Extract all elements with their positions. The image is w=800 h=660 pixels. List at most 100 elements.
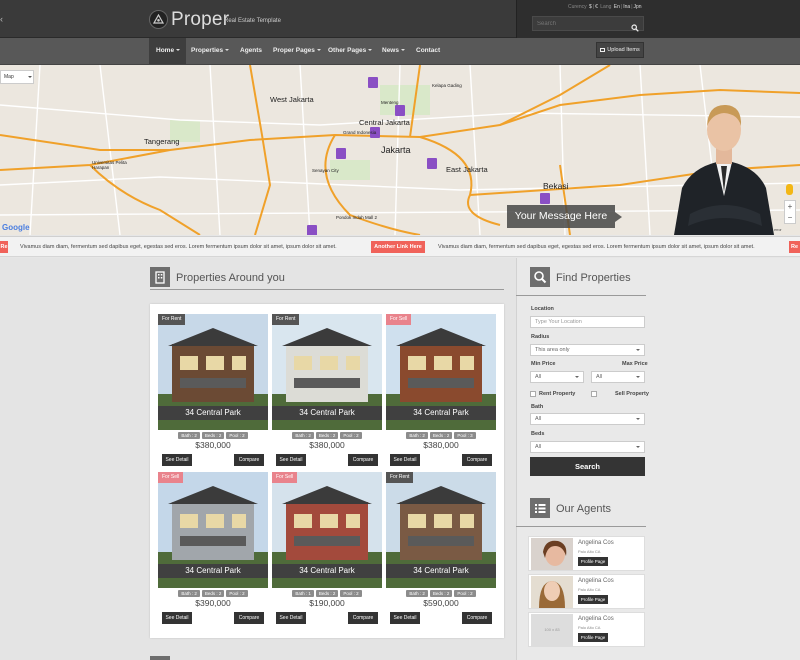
property-name[interactable]: 34 Central Park [158,564,268,578]
min-price-select[interactable]: All [530,371,584,383]
compare-button[interactable]: Compare [348,612,378,624]
property-price: $190,000 [309,598,345,608]
nav-other-pages[interactable]: Other Pages [328,38,373,64]
min-price-value: All [535,374,542,380]
see-detail-button[interactable]: See Detail [276,612,306,624]
chevron-left-icon[interactable]: ‹ [0,14,3,24]
property-features: Bath : 2 Beds : 2 Pool : 3 [386,432,496,439]
agent-card: Angelina Cos Palo Alto CA Profile Page [528,536,645,571]
property-card[interactable]: For Sell 34 Central Park Bath : 2 Beds : 2P… [158,472,268,624]
property-features: Bath : 2 Beds : 2 Pool : 2 [158,432,268,439]
search-input[interactable] [537,19,627,29]
bath-select[interactable]: All [530,413,645,425]
property-features: Bath : 2 Beds : 2 Pool : 2 [158,590,268,597]
property-card[interactable]: For Sell 34 Central Park Bath : 2 Beds : 2P… [386,314,496,466]
section-title-find: Find Properties [556,272,631,284]
compare-button[interactable]: Compare [462,612,492,624]
nav-contact[interactable]: Contact [416,38,440,64]
currency-eur[interactable]: € [594,4,599,10]
see-detail-button[interactable]: See Detail [162,454,192,466]
bath-feature: Bath : 2 [406,432,428,439]
bath-feature: Bath : 2 [292,432,314,439]
property-features: Bath : 1 Beds : 2 Pool : 2 [272,590,382,597]
agent-name[interactable]: Angelina Cos [578,540,614,546]
map-zoom-control[interactable]: + − [784,200,796,224]
lang-en[interactable]: En [613,4,621,10]
max-price-value: All [596,374,603,380]
pool-feature: Pool : 3 [454,432,476,439]
agent-avatar [531,538,573,570]
location-input[interactable]: Type Your Location [530,316,645,328]
currency-usd[interactable]: $ [588,4,593,10]
property-name[interactable]: 34 Central Park [272,406,382,420]
property-card[interactable]: For Sell 34 Central Park Bath : 1 Beds : 2P… [272,472,382,624]
compare-button[interactable]: Compare [234,454,264,466]
upload-icon [600,47,606,52]
nav-proper-pages[interactable]: Proper Pages [273,38,321,64]
property-name[interactable]: 34 Central Park [386,564,496,578]
radius-select[interactable]: This area only [530,344,645,356]
chevron-down-icon [316,49,321,52]
nav-home[interactable]: Home [149,38,186,64]
chevron-down-icon [368,49,373,52]
map-label-senayan: Senayan City [312,168,339,173]
see-detail-button[interactable]: See Detail [162,612,192,624]
search-icon[interactable] [631,19,639,37]
lang-label: Lang [600,4,612,10]
property-name[interactable]: 34 Central Park [386,406,496,420]
sell-property-checkbox[interactable] [591,391,597,397]
property-price: $390,000 [195,598,231,608]
property-status-tag: For Rent [158,314,186,325]
chevron-down-icon [636,446,640,448]
search-box [532,16,644,32]
property-name[interactable]: 34 Central Park [158,406,268,420]
nav-properties[interactable]: Properties [191,38,230,64]
ticker-link-button[interactable]: Another Link Here [371,241,425,253]
property-card[interactable]: For Rent 34 Central Park Bath : 2 Beds : 2P… [272,314,382,466]
property-name[interactable]: 34 Central Park [272,564,382,578]
see-detail-button[interactable]: See Detail [390,454,420,466]
property-price: $590,000 [423,598,459,608]
rent-property-checkbox[interactable] [530,391,536,397]
logo-icon[interactable] [149,10,168,29]
property-price: $380,000 [309,440,345,450]
map-label-menteng: Menteng [381,100,399,105]
profile-page-button[interactable]: Profile Page [578,595,608,604]
see-detail-button[interactable]: See Detail [276,454,306,466]
lang-ina[interactable]: Ina [622,4,631,10]
beds-feature: Beds : 2 [429,432,453,439]
max-price-select[interactable]: All [591,371,645,383]
property-features: Bath : 2 Beds : 2 Pool : 2 [272,432,382,439]
agent-avatar-placeholder: 100 x 83 [531,614,573,646]
zoom-out-icon[interactable]: − [785,212,795,223]
lang-jpn[interactable]: Jpn [633,4,643,10]
agent-name[interactable]: Angelina Cos [578,616,614,622]
beds-select[interactable]: All [530,441,645,453]
nav-news[interactable]: News [382,38,405,64]
agent-name[interactable]: Angelina Cos [578,578,614,584]
zoom-in-icon[interactable]: + [785,201,795,212]
find-search-button[interactable]: Search [530,457,645,476]
profile-page-button[interactable]: Profile Page [578,557,608,566]
location-label: Location [531,306,554,312]
brand-name[interactable]: Proper [171,9,229,31]
compare-button[interactable]: Compare [234,612,264,624]
property-status-tag: For Sell [272,472,298,483]
chevron-down-icon [636,349,640,351]
ticker-edge-link-right[interactable]: Re [789,241,800,253]
chevron-down-icon [575,376,579,378]
nav-agents[interactable]: Agents [240,38,262,64]
compare-button[interactable]: Compare [348,454,378,466]
property-card[interactable]: For Rent 34 Central Park Bath : 2 Beds : 2P… [386,472,496,624]
profile-page-button[interactable]: Profile Page [578,633,608,642]
beds-feature: Beds : 2 [315,590,339,597]
map-type-select[interactable]: Map [0,70,34,84]
building-icon [150,267,170,287]
upload-items-button[interactable]: Upload Items [596,42,644,58]
ticker-edge-link-left[interactable]: Re [0,241,8,253]
pegman-icon[interactable] [786,184,793,195]
see-detail-button[interactable]: See Detail [390,612,420,624]
main-nav: Home Properties Agents Proper Pages Othe… [0,38,800,65]
compare-button[interactable]: Compare [462,454,492,466]
property-card[interactable]: For Rent 34 Central Park Bath : 2 Beds : 2P… [158,314,268,466]
